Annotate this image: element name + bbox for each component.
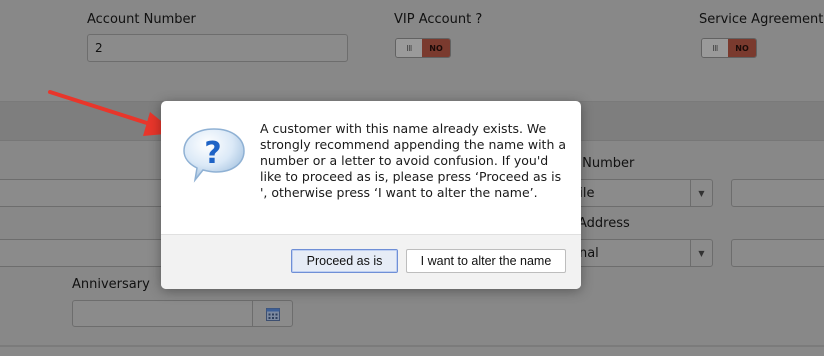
svg-text:?: ? [204,136,221,171]
dialog-message: A customer with this name already exists… [260,121,567,200]
proceed-as-is-button[interactable]: Proceed as is [291,249,398,273]
question-bubble-icon: ? [183,128,245,183]
alter-name-button[interactable]: I want to alter the name [406,249,566,273]
duplicate-customer-dialog: ? A customer with this name already exis… [161,101,581,289]
dialog-footer: Proceed as is I want to alter the name [161,234,581,289]
